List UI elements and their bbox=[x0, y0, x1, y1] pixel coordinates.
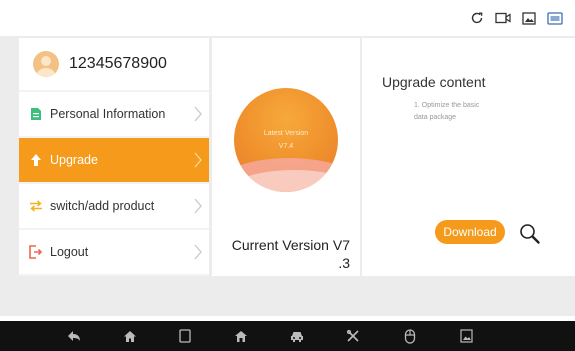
top-icon-group bbox=[469, 11, 563, 25]
arrow-up-icon bbox=[28, 152, 44, 168]
video-record-icon[interactable] bbox=[495, 11, 511, 25]
avatar bbox=[33, 51, 59, 77]
current-version-line: .3 bbox=[338, 255, 350, 271]
top-status-bar bbox=[0, 0, 575, 36]
latest-version-badge: Latest Version V7.4 bbox=[234, 88, 338, 192]
current-version: Current Version V7 .3 bbox=[220, 236, 360, 272]
mouse-icon[interactable] bbox=[402, 328, 418, 344]
menu-label: switch/add product bbox=[50, 199, 155, 213]
house-icon[interactable] bbox=[233, 328, 249, 344]
latest-version-number: V7.4 bbox=[278, 143, 294, 150]
latest-version-label: Latest Version bbox=[263, 130, 309, 137]
sidebar: 12345678900 Personal Information Upgrade bbox=[19, 38, 209, 276]
menu-item-upgrade[interactable]: Upgrade bbox=[19, 138, 209, 182]
menu-item-switch-add-product[interactable]: switch/add product bbox=[19, 184, 209, 228]
refresh-icon[interactable] bbox=[469, 11, 485, 25]
menu-label: Personal Information bbox=[50, 107, 166, 121]
upgrade-content-title: Upgrade content bbox=[382, 74, 486, 90]
screenshot-icon[interactable] bbox=[521, 11, 537, 25]
gallery-icon[interactable] bbox=[458, 328, 474, 344]
logout-icon bbox=[28, 244, 44, 260]
chevron-right-icon bbox=[193, 197, 203, 215]
system-nav-bar bbox=[0, 321, 575, 351]
recent-apps-icon[interactable] bbox=[177, 328, 193, 344]
search-icon[interactable] bbox=[518, 222, 542, 246]
menu-item-personal-information[interactable]: Personal Information bbox=[19, 92, 209, 136]
tools-icon[interactable] bbox=[345, 328, 361, 344]
user-phone: 12345678900 bbox=[69, 55, 167, 72]
vci-icon[interactable] bbox=[547, 11, 563, 25]
description-line: 1. Optimize the basic bbox=[414, 102, 480, 109]
document-icon bbox=[28, 106, 44, 122]
menu-label: Logout bbox=[50, 245, 89, 259]
home-icon[interactable] bbox=[122, 328, 138, 344]
chevron-right-icon bbox=[193, 151, 203, 169]
user-profile-row[interactable]: 12345678900 bbox=[19, 38, 209, 90]
upgrade-content-description: 1. Optimize the basic data package bbox=[414, 100, 544, 124]
back-icon[interactable] bbox=[66, 328, 82, 344]
description-line: data package bbox=[414, 114, 457, 121]
switch-arrows-icon bbox=[28, 198, 44, 214]
menu-item-logout[interactable]: Logout bbox=[19, 230, 209, 274]
upgrade-content-panel: Upgrade content 1. Optimize the basic da… bbox=[362, 38, 575, 276]
download-button[interactable]: Download bbox=[435, 220, 505, 244]
chevron-right-icon bbox=[193, 105, 203, 123]
version-panel: Latest Version V7.4 Current Version V7 .… bbox=[212, 38, 360, 276]
main-area: 12345678900 Personal Information Upgrade bbox=[0, 36, 575, 316]
car-icon[interactable] bbox=[289, 328, 305, 344]
menu-label: Upgrade bbox=[50, 153, 98, 167]
chevron-right-icon bbox=[193, 243, 203, 261]
current-version-line: Current Version V7 bbox=[231, 237, 350, 253]
